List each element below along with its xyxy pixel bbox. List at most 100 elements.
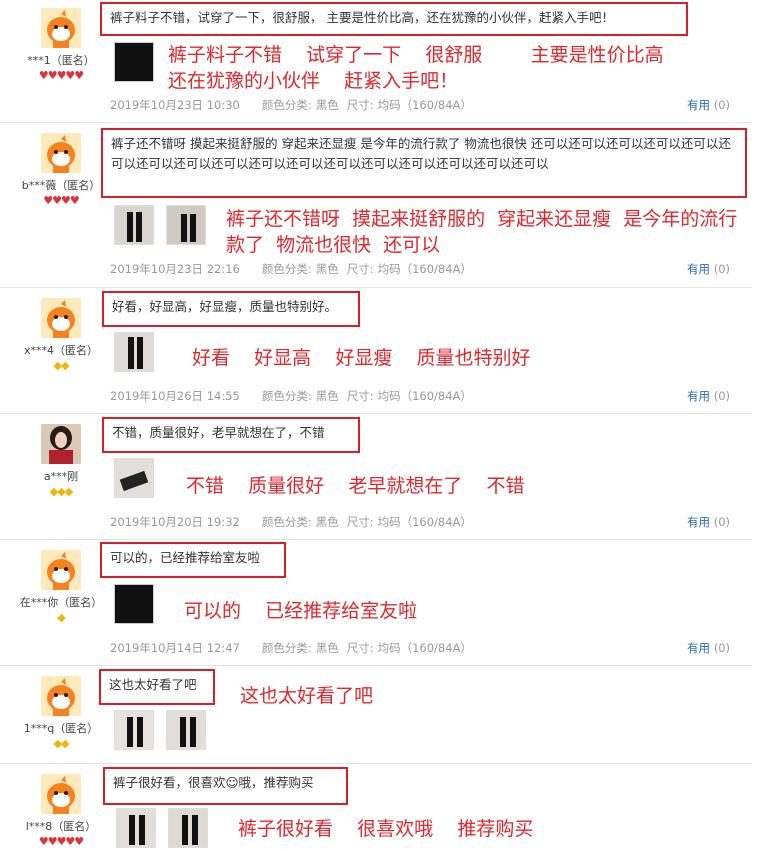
rank-diamonds-icon: ◆◆◆ bbox=[49, 485, 73, 498]
review-photos bbox=[114, 332, 154, 372]
rank-diamonds-icon: ◆◆ bbox=[53, 737, 70, 750]
color-value: 黑色 bbox=[315, 98, 339, 112]
useful-label[interactable]: 有用 bbox=[687, 515, 710, 529]
review-text: 裤子料子不错，试穿了一下，很舒服， 主要是性价比高，还在犹豫的小伙伴，赶紧入手吧… bbox=[100, 2, 688, 36]
username: x***4（匿名） bbox=[23, 344, 98, 357]
annotation-text: 这也太好看了吧 bbox=[240, 685, 374, 707]
review-meta: 2019年10月26日 14:55 颜色分类: 黑色 尺寸: 均码（160/84A） bbox=[110, 388, 494, 404]
review-text: 好看，好显高，好显瘦，质量也特别好。 bbox=[102, 291, 360, 327]
avatar[interactable] bbox=[41, 8, 81, 48]
useful-count: (0) bbox=[713, 98, 730, 112]
size-value: 均码（160/84A） bbox=[377, 262, 472, 276]
rank-hearts-icon: ♥♥♥♥ bbox=[43, 194, 79, 207]
color-value: 黑色 bbox=[315, 641, 339, 655]
review-text: 可以的，已经推荐给室友啦 bbox=[100, 542, 286, 578]
review-date: 2019年10月23日 22:16 bbox=[110, 262, 240, 276]
size-value: 均码（160/84A） bbox=[377, 641, 472, 655]
review-date: 2019年10月23日 10:30 bbox=[110, 98, 240, 112]
review-item: 在***你（匿名） ◆ 可以的，已经推荐给室友啦 可以的 已经推荐给室友啦 20… bbox=[0, 540, 752, 666]
avatar[interactable] bbox=[41, 133, 81, 173]
reviewer-info: l***8（匿名） ♥♥♥♥♥ bbox=[18, 774, 104, 848]
review-item: a***刚 ◆◆◆ 不错，质量很好，老早就想在了，不错 不错 质量很好 老早就想… bbox=[0, 414, 752, 540]
color-value: 黑色 bbox=[315, 389, 339, 403]
review-date: 2019年10月20日 19:32 bbox=[110, 515, 240, 529]
review-photos bbox=[114, 205, 206, 245]
portrait-avatar-icon bbox=[41, 424, 81, 464]
review-photo[interactable] bbox=[116, 808, 156, 848]
review-photo[interactable] bbox=[114, 710, 154, 750]
reviewer-info: 1***q（匿名） ◆◆ bbox=[18, 676, 104, 750]
useful-button[interactable]: 有用 (0) bbox=[687, 261, 730, 277]
review-photo[interactable] bbox=[114, 42, 154, 82]
username: l***8（匿名） bbox=[25, 820, 97, 833]
annotation-text: 裤子料子不错 试穿了一下 很舒服 主要是性价比高 还在犹豫的小伙伴 赶紧入手吧！ bbox=[168, 44, 664, 92]
reviewer-info: a***刚 ◆◆◆ bbox=[18, 424, 104, 498]
useful-label[interactable]: 有用 bbox=[687, 98, 710, 112]
review-photos bbox=[114, 42, 154, 82]
review-text: 裤子很好看，很喜欢☺哦，推荐购买 bbox=[103, 767, 348, 805]
review-item: ***1（匿名） ♥♥♥♥♥ 裤子料子不错，试穿了一下，很舒服， 主要是性价比高… bbox=[0, 0, 752, 123]
avatar[interactable] bbox=[41, 298, 81, 338]
useful-button[interactable]: 有用 (0) bbox=[687, 97, 730, 113]
annotation-text: 可以的 已经推荐给室友啦 bbox=[184, 600, 418, 622]
useful-button[interactable]: 有用 (0) bbox=[687, 514, 730, 530]
review-date: 2019年10月14日 12:47 bbox=[110, 641, 240, 655]
useful-count: (0) bbox=[713, 389, 730, 403]
color-label: 颜色分类: bbox=[261, 262, 312, 276]
mascot-avatar-icon bbox=[41, 774, 81, 814]
mascot-avatar-icon bbox=[41, 550, 81, 590]
color-label: 颜色分类: bbox=[261, 98, 312, 112]
color-label: 颜色分类: bbox=[261, 641, 312, 655]
username: 在***你（匿名） bbox=[19, 596, 103, 609]
review-photo[interactable] bbox=[114, 205, 154, 245]
annotation-text: 好看 好显高 好显瘦 质量也特别好 bbox=[192, 347, 531, 369]
avatar[interactable] bbox=[41, 774, 81, 814]
review-meta: 2019年10月14日 12:47 颜色分类: 黑色 尺寸: 均码（160/84A） bbox=[110, 640, 494, 656]
review-item: 1***q（匿名） ◆◆ 这也太好看了吧 这也太好看了吧 bbox=[0, 666, 752, 764]
useful-count: (0) bbox=[713, 515, 730, 529]
useful-label[interactable]: 有用 bbox=[687, 641, 710, 655]
size-value: 均码（160/84A） bbox=[377, 389, 472, 403]
color-value: 黑色 bbox=[315, 262, 339, 276]
review-photos bbox=[114, 710, 206, 750]
review-photo[interactable] bbox=[166, 710, 206, 750]
review-meta: 2019年10月23日 22:16 颜色分类: 黑色 尺寸: 均码（160/84A） bbox=[110, 261, 494, 277]
review-date: 2019年10月26日 14:55 bbox=[110, 389, 240, 403]
size-label: 尺寸: bbox=[346, 641, 374, 655]
rank-hearts-icon: ♥♥♥♥♥ bbox=[38, 835, 84, 848]
review-photo[interactable] bbox=[114, 458, 154, 498]
annotation-text: 不错 质量很好 老早就想在了 不错 bbox=[186, 475, 525, 497]
color-label: 颜色分类: bbox=[261, 389, 312, 403]
size-label: 尺寸: bbox=[346, 262, 374, 276]
size-value: 均码（160/84A） bbox=[377, 98, 472, 112]
size-label: 尺寸: bbox=[346, 515, 374, 529]
useful-label[interactable]: 有用 bbox=[687, 389, 710, 403]
mascot-avatar-icon bbox=[41, 133, 81, 173]
useful-count: (0) bbox=[713, 262, 730, 276]
avatar[interactable] bbox=[41, 424, 81, 464]
review-text: 这也太好看了吧 bbox=[99, 669, 215, 705]
review-photos bbox=[116, 808, 208, 848]
review-photo[interactable] bbox=[114, 332, 154, 372]
review-item: l***8（匿名） ♥♥♥♥♥ 裤子很好看，很喜欢☺哦，推荐购买 裤子很好看 很… bbox=[0, 764, 752, 852]
username: ***1（匿名） bbox=[27, 54, 95, 67]
size-label: 尺寸: bbox=[346, 389, 374, 403]
size-label: 尺寸: bbox=[346, 98, 374, 112]
reviewer-info: 在***你（匿名） ◆ bbox=[18, 550, 104, 624]
review-photo[interactable] bbox=[168, 808, 208, 848]
avatar[interactable] bbox=[41, 676, 81, 716]
useful-label[interactable]: 有用 bbox=[687, 262, 710, 276]
useful-button[interactable]: 有用 (0) bbox=[687, 388, 730, 404]
avatar[interactable] bbox=[41, 550, 81, 590]
annotation-text: 裤子还不错呀 摸起来挺舒服的 穿起来还显瘦 是今年的流行 款了 物流也很快 还可… bbox=[226, 208, 738, 256]
rank-diamonds-icon: ◆◆ bbox=[53, 359, 70, 372]
review-photo[interactable] bbox=[166, 205, 206, 245]
review-text: 裤子还不错呀 摸起来挺舒服的 穿起来还显瘦 是今年的流行款了 物流也很快 还可以… bbox=[101, 128, 747, 198]
color-value: 黑色 bbox=[315, 515, 339, 529]
useful-count: (0) bbox=[713, 641, 730, 655]
review-meta: 2019年10月20日 19:32 颜色分类: 黑色 尺寸: 均码（160/84A） bbox=[110, 514, 494, 530]
review-item: x***4（匿名） ◆◆ 好看，好显高，好显瘦，质量也特别好。 好看 好显高 好… bbox=[0, 288, 752, 414]
review-photo[interactable] bbox=[114, 584, 154, 624]
useful-button[interactable]: 有用 (0) bbox=[687, 640, 730, 656]
reviewer-info: ***1（匿名） ♥♥♥♥♥ bbox=[18, 8, 104, 82]
